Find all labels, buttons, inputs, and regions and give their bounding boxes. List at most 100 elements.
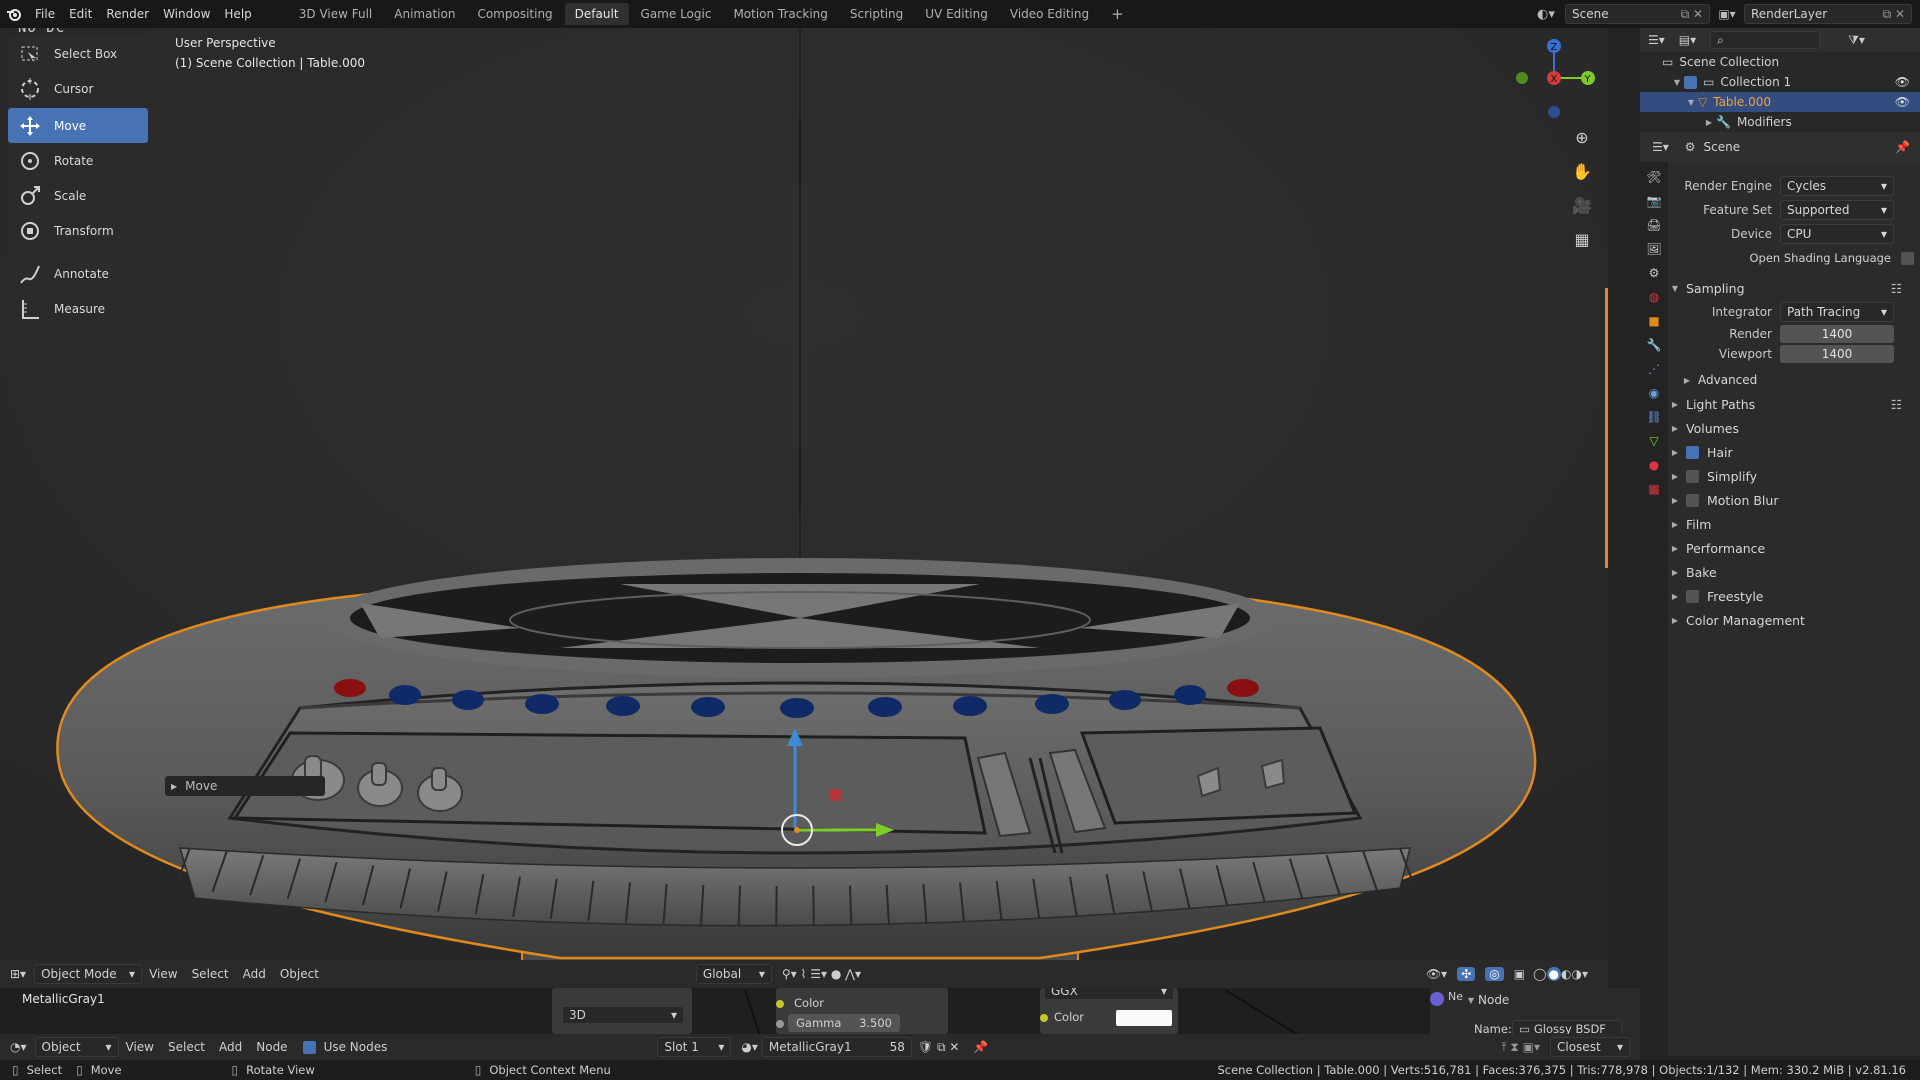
- osl-checkbox[interactable]: [1901, 251, 1914, 265]
- scene-field[interactable]: Scene ⧉ ✕: [1565, 4, 1710, 24]
- shading-rendered-icon[interactable]: ◑▾: [1572, 967, 1589, 981]
- scene-selector-icon[interactable]: ◐▾: [1537, 7, 1565, 22]
- scene-copy-icon[interactable]: ⧉ ✕: [1681, 7, 1703, 22]
- panel-checkbox[interactable]: [1686, 493, 1699, 507]
- editor-type-icon[interactable]: ◔▾: [10, 1040, 27, 1054]
- menu-file[interactable]: File: [28, 0, 62, 28]
- snap-mode-dropdown[interactable]: Closest ▾: [1550, 1037, 1630, 1057]
- 3d-viewport[interactable]: NO DC Select Box Cursor Move Rotate Scal…: [0, 28, 1608, 988]
- outliner-item-modifiers[interactable]: ▶ 🔧 Modifiers: [1640, 112, 1920, 132]
- menu-help[interactable]: Help: [217, 0, 258, 28]
- overlay-toggle-icon[interactable]: ◎: [1485, 967, 1504, 981]
- viewport-menu-object[interactable]: Object: [273, 963, 326, 985]
- expand-arrow-icon[interactable]: ▼: [1670, 78, 1684, 87]
- projection-dropdown[interactable]: 3D ▾: [562, 1006, 684, 1024]
- expand-arrow-icon[interactable]: ▶: [1702, 118, 1716, 127]
- viewport-menu-select[interactable]: Select: [185, 963, 236, 985]
- feature-set-dropdown[interactable]: Supported ▾: [1780, 200, 1894, 220]
- menu-render[interactable]: Render: [99, 0, 156, 28]
- viewport-menu-add[interactable]: Add: [236, 963, 273, 985]
- tab-video-editing[interactable]: Video Editing: [1000, 3, 1099, 25]
- panel-bake[interactable]: ▶ Bake: [1668, 560, 1920, 584]
- material-browse-icon[interactable]: ◕▾: [741, 1040, 758, 1054]
- render-layer-copy-icon[interactable]: ⧉ ✕: [1883, 7, 1905, 22]
- eye-icon[interactable]: 👁: [1895, 95, 1910, 109]
- tab-compositing[interactable]: Compositing: [467, 3, 562, 25]
- tab-motion-tracking[interactable]: Motion Tracking: [723, 3, 837, 25]
- tab-uv-editing[interactable]: UV Editing: [915, 3, 998, 25]
- tool-measure[interactable]: Measure: [8, 291, 148, 326]
- list-icon[interactable]: ☷: [1891, 281, 1902, 296]
- properties-editor-icon[interactable]: ☰▾: [1652, 140, 1669, 154]
- pan-hand-icon[interactable]: ✋: [1570, 162, 1594, 186]
- advanced-subpanel-header[interactable]: ▶ Advanced: [1668, 368, 1920, 392]
- gizmo-toggle-icon[interactable]: ✣: [1457, 967, 1476, 981]
- pin-icon[interactable]: 📌: [1895, 140, 1910, 154]
- device-dropdown[interactable]: CPU ▾: [1780, 224, 1894, 244]
- glossy-bsdf-node[interactable]: GGX ▾ Color: [1040, 988, 1178, 1034]
- navigation-gizmo[interactable]: Z X Y: [1508, 34, 1608, 124]
- viewport-menu-view[interactable]: View: [142, 963, 184, 985]
- render-layer-icon[interactable]: ▣▾: [1710, 7, 1744, 21]
- outliner-search-input[interactable]: ⌕: [1710, 31, 1821, 49]
- outliner-item-table[interactable]: ▼ ▽ Table.000 👁: [1640, 92, 1920, 112]
- image-texture-node[interactable]: 3D ▾: [552, 988, 692, 1034]
- last-operator-panel[interactable]: ▶ Move: [165, 776, 325, 796]
- material-users-count[interactable]: 58: [890, 1040, 905, 1054]
- menu-window[interactable]: Window: [156, 0, 217, 28]
- color-socket-icon[interactable]: [1040, 1014, 1048, 1022]
- texture-icon[interactable]: ▩: [1648, 482, 1659, 496]
- panel-light-paths[interactable]: ▶ Light Paths ☷: [1668, 392, 1920, 416]
- visibility-icon[interactable]: 👁▾: [1426, 967, 1447, 981]
- editor-type-icon[interactable]: ⊞▾: [10, 967, 26, 981]
- shading-wireframe-icon[interactable]: ◯: [1533, 967, 1546, 981]
- display-mode-icon[interactable]: ▤▾: [1679, 33, 1696, 47]
- constraints-icon[interactable]: ⛓: [1646, 410, 1661, 424]
- filter-icon[interactable]: ⧩▾: [1848, 33, 1865, 48]
- node-tab-icon[interactable]: [1430, 992, 1444, 1006]
- fake-user-icon[interactable]: 🛡 ⧉ ✕: [918, 1040, 960, 1055]
- material-name-field[interactable]: MetallicGray1 58: [761, 1037, 912, 1057]
- panel-hair[interactable]: ▶ Hair: [1668, 440, 1920, 464]
- distribution-dropdown[interactable]: GGX ▾: [1044, 988, 1174, 1000]
- render-engine-dropdown[interactable]: Cycles ▾: [1780, 176, 1894, 196]
- scene-properties-icon[interactable]: ⚙: [1649, 266, 1660, 280]
- node-menu-add[interactable]: Add: [212, 1036, 249, 1058]
- panel-motion-blur[interactable]: ▶ Motion Blur: [1668, 488, 1920, 512]
- shader-type-dropdown[interactable]: Object ▾: [34, 1037, 119, 1057]
- outliner-editor-icon[interactable]: ☰▾: [1648, 33, 1665, 47]
- color-socket-icon[interactable]: [776, 1000, 784, 1008]
- snap-icon[interactable]: ⤒ ⧗ ▣▾: [1501, 1040, 1540, 1055]
- use-nodes-checkbox[interactable]: [302, 1040, 316, 1054]
- outliner-item-collection[interactable]: ▼ ▭ Collection 1 👁: [1640, 72, 1920, 92]
- tab-default[interactable]: Default: [564, 3, 629, 25]
- panel-checkbox[interactable]: [1686, 469, 1699, 483]
- render-layer-field[interactable]: RenderLayer ⧉ ✕: [1744, 4, 1912, 24]
- viewport-samples-field[interactable]: 1400: [1780, 345, 1894, 363]
- panel-checkbox[interactable]: [1686, 589, 1699, 603]
- sampling-panel-header[interactable]: ▼ Sampling ☷: [1668, 276, 1920, 300]
- panel-color-management[interactable]: ▶ Color Management: [1668, 608, 1920, 632]
- xray-icon[interactable]: ▣: [1514, 967, 1525, 981]
- panel-film[interactable]: ▶ Film: [1668, 512, 1920, 536]
- blender-logo-icon[interactable]: [0, 0, 28, 28]
- include-checkbox[interactable]: [1684, 75, 1697, 89]
- color-swatch[interactable]: [1116, 1010, 1172, 1026]
- particles-icon[interactable]: ⋰: [1648, 362, 1660, 376]
- gamma-socket-icon[interactable]: [776, 1020, 784, 1028]
- camera-view-icon[interactable]: 🎥: [1570, 196, 1594, 220]
- tab-animation[interactable]: Animation: [384, 3, 465, 25]
- expand-arrow-icon[interactable]: ▼: [1684, 98, 1698, 107]
- panel-freestyle[interactable]: ▶ Freestyle: [1668, 584, 1920, 608]
- tool-rotate[interactable]: Rotate: [8, 143, 148, 178]
- shading-solid-icon[interactable]: ●: [1546, 967, 1562, 981]
- panel-volumes[interactable]: ▶ Volumes: [1668, 416, 1920, 440]
- panel-performance[interactable]: ▶ Performance: [1668, 536, 1920, 560]
- tool-transform[interactable]: Transform: [8, 213, 148, 248]
- tab-game-logic[interactable]: Game Logic: [631, 3, 722, 25]
- tab-scripting[interactable]: Scripting: [840, 3, 913, 25]
- shading-material-icon[interactable]: ◐: [1561, 967, 1571, 981]
- add-workspace-button[interactable]: +: [1101, 3, 1134, 25]
- gamma-node[interactable]: Color Gamma 3.500: [776, 988, 948, 1034]
- material-icon[interactable]: ●: [1649, 458, 1659, 472]
